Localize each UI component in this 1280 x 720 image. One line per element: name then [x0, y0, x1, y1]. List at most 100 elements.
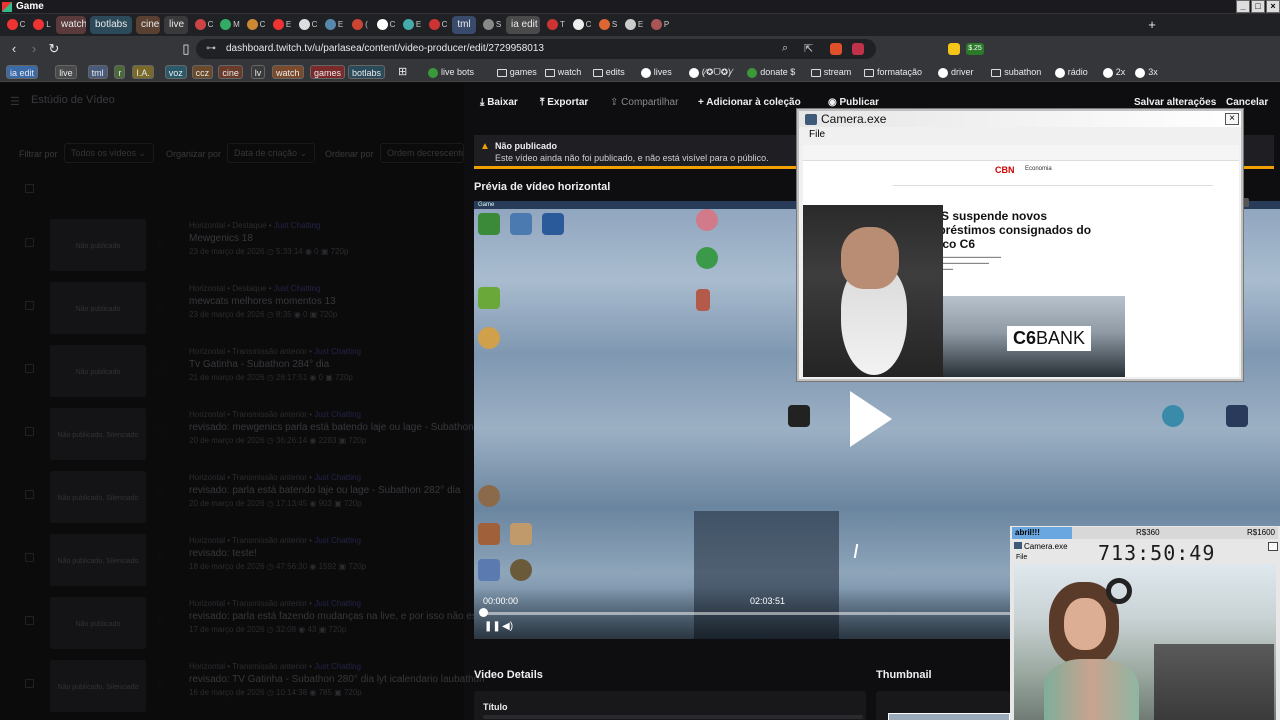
add-to-collection-button[interactable]: + Adicionar à coleção: [698, 97, 801, 108]
camera-window-titlebar[interactable]: Camera.exe: [799, 111, 1241, 127]
bookmark-pill[interactable]: lv: [250, 65, 266, 79]
bookmark-item[interactable]: formatação: [864, 65, 922, 79]
bookmark-item[interactable]: 2x: [1102, 65, 1125, 79]
bookmark-item[interactable]: games: [496, 65, 537, 79]
video-title[interactable]: revisado: teste!: [189, 548, 257, 559]
title-input[interactable]: [483, 715, 863, 719]
category-link[interactable]: Just Chatting: [274, 284, 321, 293]
row-checkbox[interactable]: [25, 616, 34, 625]
bookmark-item[interactable]: (∕✪ᗜ✪)∕: [688, 65, 732, 79]
overlay-close-button[interactable]: ×: [1268, 542, 1278, 551]
category-link[interactable]: Just Chatting: [314, 410, 361, 419]
row-checkbox[interactable]: [25, 427, 34, 436]
video-thumbnail[interactable]: Não publicado: [50, 219, 146, 271]
video-title[interactable]: revisado: TV Gatinha - Subathon 280° dia…: [189, 674, 485, 685]
browser-tab[interactable]: C: [192, 16, 216, 34]
browser-tab[interactable]: C: [570, 16, 594, 34]
bookmark-icon[interactable]: ▯: [178, 41, 194, 57]
brave-shield-icon[interactable]: [830, 43, 842, 55]
browser-tab[interactable]: (: [348, 16, 372, 34]
tab-group-1[interactable]: botlabs: [90, 16, 132, 34]
bookmark-item[interactable]: donate $: [747, 65, 795, 79]
video-list-row[interactable]: Não publicado, Silenciado ◌ Horizontal • T…: [0, 654, 485, 716]
new-tab-button[interactable]: +: [1144, 16, 1160, 34]
video-list-row[interactable]: Não publicado ◌ Horizontal • Transmissão a…: [0, 339, 464, 401]
row-checkbox[interactable]: [25, 364, 34, 373]
video-list-row[interactable]: Não publicado, Silenciado ◌ Horizontal • T…: [0, 402, 493, 464]
apps-grid-icon[interactable]: ⊞: [398, 65, 407, 79]
forward-arrow-icon[interactable]: ›: [26, 41, 42, 57]
bookmark-item[interactable]: edits: [592, 65, 625, 79]
bookmark-pill[interactable]: games: [310, 65, 346, 79]
bookmark-pill[interactable]: live: [55, 65, 77, 79]
video-thumbnail[interactable]: Não publicado: [50, 345, 146, 397]
bookmark-item[interactable]: 3x: [1135, 65, 1158, 79]
row-checkbox[interactable]: [25, 238, 34, 247]
filter-dropdown[interactable]: Todos os vídeos ⌄: [64, 143, 154, 163]
site-info-icon[interactable]: ⊶: [206, 39, 216, 59]
seek-bar[interactable]: [483, 612, 1013, 615]
bookmark-pill[interactable]: ccz: [191, 65, 214, 79]
browser-tab[interactable]: C: [244, 16, 268, 34]
video-list-row[interactable]: Não publicado ◌ Horizontal • Destaque • Ju…: [0, 213, 464, 275]
category-link[interactable]: Just Chatting: [314, 536, 361, 545]
row-checkbox[interactable]: [25, 490, 34, 499]
browser-tab[interactable]: S: [596, 16, 620, 34]
row-checkbox[interactable]: [25, 553, 34, 562]
bookmark-item[interactable]: driver: [938, 65, 974, 79]
share-page-icon[interactable]: ⇱: [804, 42, 816, 55]
video-list-row[interactable]: Não publicado, Silenciado ◌ Horizontal • T…: [0, 528, 464, 590]
camera-file-menu[interactable]: File: [809, 129, 825, 140]
share-button[interactable]: ⇪ Compartilhar: [610, 97, 678, 108]
video-thumbnail[interactable]: Não publicado: [50, 282, 146, 334]
hamburger-menu-icon[interactable]: ☰: [10, 95, 20, 108]
close-window-button[interactable]: ×: [1266, 0, 1280, 13]
browser-tab[interactable]: E: [622, 16, 646, 34]
bookmark-pill[interactable]: watch: [272, 65, 304, 79]
cancel-button[interactable]: Cancelar: [1226, 97, 1268, 108]
browser-tab[interactable]: P: [648, 16, 672, 34]
browser-tab[interactable]: E: [400, 16, 424, 34]
bookmark-item[interactable]: lives: [640, 65, 672, 79]
browser-tab[interactable]: C: [4, 16, 28, 34]
bookmark-item[interactable]: subathon: [991, 65, 1041, 79]
camera-close-button[interactable]: ×: [1225, 113, 1239, 125]
category-link[interactable]: Just Chatting: [314, 599, 361, 608]
category-link[interactable]: Just Chatting: [314, 662, 361, 671]
row-checkbox[interactable]: [25, 301, 34, 310]
minimize-button[interactable]: _: [1236, 0, 1250, 13]
back-arrow-icon[interactable]: ‹: [6, 41, 22, 57]
bookmark-pill[interactable]: r: [114, 65, 126, 79]
select-all-checkbox[interactable]: [25, 184, 34, 193]
video-thumbnail[interactable]: Não publicado: [50, 597, 146, 649]
video-title[interactable]: revisado: parla está batendo laje ou lag…: [189, 485, 460, 496]
browser-tab[interactable]: C: [374, 16, 398, 34]
tab-group-4[interactable]: tml: [452, 16, 476, 34]
video-title[interactable]: Mewgenics 18: [189, 233, 253, 244]
browser-tab[interactable]: S: [480, 16, 504, 34]
bookmark-pill[interactable]: voz: [164, 65, 187, 79]
export-button[interactable]: ⤒ Exportar: [540, 97, 588, 108]
tab-group-2[interactable]: cine: [136, 16, 160, 34]
save-changes-button[interactable]: Salvar alterações: [1134, 97, 1216, 108]
thumbnail-image[interactable]: [888, 713, 1010, 720]
pause-icon[interactable]: ❚❚: [484, 621, 501, 632]
video-thumbnail[interactable]: Não publicado, Silenciado: [50, 534, 146, 586]
video-title[interactable]: revisado: mewgenics parla está batendo l…: [189, 422, 493, 433]
video-title[interactable]: revisado: parla está fazendo mudanças na…: [189, 611, 494, 622]
bookmark-item[interactable]: stream: [810, 65, 851, 79]
points-badge[interactable]: $.25: [966, 43, 984, 55]
video-list-row[interactable]: Não publicado ◌ Horizontal • Destaque • Ju…: [0, 276, 464, 338]
bookmark-item[interactable]: live bots: [428, 65, 474, 79]
group-dropdown[interactable]: Data de criação ⌄: [227, 143, 315, 163]
browser-tab[interactable]: E: [322, 16, 346, 34]
browser-tab[interactable]: T: [544, 16, 568, 34]
category-link[interactable]: Just Chatting: [314, 473, 361, 482]
zoom-icon[interactable]: ⌕: [782, 42, 794, 54]
browser-tab[interactable]: M: [218, 16, 242, 34]
tab-group-5[interactable]: ia edit: [506, 16, 540, 34]
video-thumbnail[interactable]: Não publicado, Silenciado: [50, 660, 146, 712]
tab-group-3[interactable]: live: [164, 16, 188, 34]
bookmark-pill[interactable]: tml: [87, 65, 108, 79]
browser-tab[interactable]: L: [30, 16, 54, 34]
